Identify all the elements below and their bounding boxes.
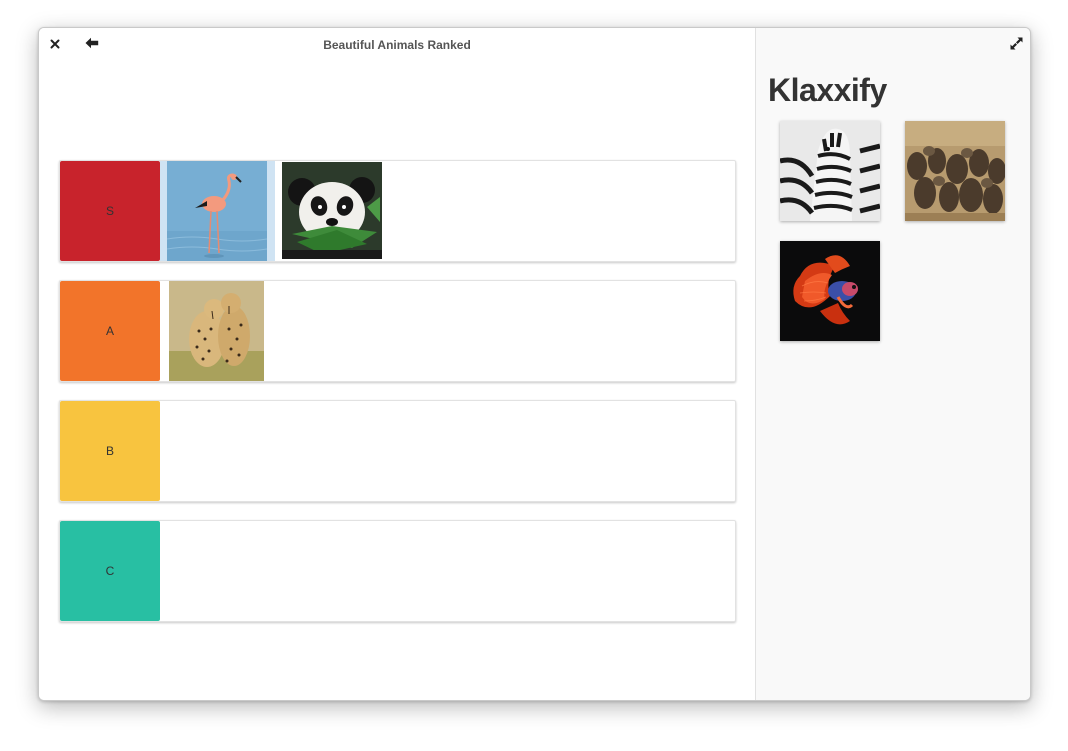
- image-pool-pane: Klaxxify: [755, 28, 1030, 700]
- tier-item-panda[interactable]: [282, 162, 382, 259]
- tier-label-b[interactable]: B: [60, 401, 160, 501]
- tier-label-s[interactable]: S: [60, 161, 160, 261]
- tier-row-b[interactable]: B: [59, 400, 736, 502]
- tier-item-flamingo[interactable]: [167, 161, 267, 261]
- tier-label-a[interactable]: A: [60, 281, 160, 381]
- tier-label-c[interactable]: C: [60, 521, 160, 621]
- pool-item-betta-fish[interactable]: [780, 241, 880, 341]
- tier-row-a[interactable]: A: [59, 280, 736, 382]
- tier-row-c[interactable]: C: [59, 520, 736, 622]
- pool-item-zebra[interactable]: [780, 121, 880, 221]
- expand-icon: [1010, 37, 1022, 49]
- expand-button[interactable]: [1007, 34, 1025, 52]
- app-window: Beautiful Animals Ranked S A B C Klaxxif…: [38, 27, 1031, 701]
- tier-item-cheetahs[interactable]: [169, 281, 264, 381]
- pool-item-wildebeest[interactable]: [905, 121, 1005, 221]
- tier-list-pane: Beautiful Animals Ranked S A B C: [39, 28, 755, 700]
- app-title: Klaxxify: [768, 72, 887, 108]
- page-title: Beautiful Animals Ranked: [323, 38, 471, 52]
- tier-row-s[interactable]: S: [59, 160, 736, 262]
